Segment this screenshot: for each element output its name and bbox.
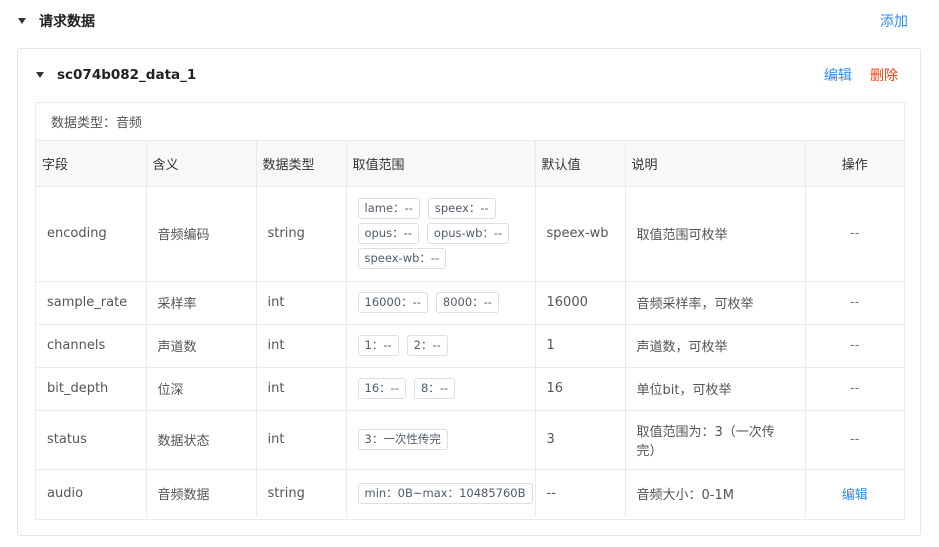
range-tag: opus-wb：--: [426, 223, 510, 244]
range-tag: opus：--: [357, 223, 419, 244]
table-header-row: 字段 含义 数据类型 取值范围 默认值 说明 操作: [36, 141, 904, 187]
range-tags: 1：-- 2：--: [357, 327, 524, 364]
type-cell: int: [256, 281, 347, 325]
range-cell: 3：一次性传完: [346, 410, 536, 470]
card-title-wrap[interactable]: sc074b082_data_1: [36, 67, 196, 83]
range-tags: min：0B~max：10485760B: [357, 475, 533, 512]
card-header: sc074b082_data_1 编辑 删除: [36, 65, 898, 85]
range-tag: 1：--: [357, 335, 399, 356]
range-tag: 8：--: [413, 378, 456, 399]
range-tag: 2：--: [406, 335, 448, 356]
op-cell: --: [805, 281, 904, 325]
column-header: 含义: [146, 141, 257, 187]
op-placeholder: --: [850, 432, 860, 447]
card-title: sc074b082_data_1: [57, 67, 197, 83]
meaning-cell: 位深: [146, 367, 257, 411]
type-cell: int: [256, 324, 347, 368]
op-cell: --: [805, 186, 904, 282]
range-tag: lame：--: [357, 198, 420, 219]
type-cell: int: [256, 367, 347, 411]
row-edit-button[interactable]: 编辑: [842, 488, 868, 503]
op-cell: --: [805, 410, 904, 470]
section-title-wrap[interactable]: 请求数据: [18, 11, 95, 31]
caret-down-icon[interactable]: [18, 18, 26, 24]
meaning-cell: 采样率: [146, 281, 257, 325]
table-row: sample_rate 采样率 int 16000：-- 8000：-- 16000 音频采…: [36, 281, 904, 325]
desc-cell: 音频大小：0-1M: [625, 469, 806, 517]
edit-button[interactable]: 编辑: [824, 68, 852, 84]
request-data-section-header: 请求数据 添加: [18, 10, 908, 32]
section-title: 请求数据: [39, 14, 95, 30]
op-placeholder: --: [850, 381, 860, 396]
caret-down-icon[interactable]: [36, 72, 44, 78]
add-button[interactable]: 添加: [880, 11, 908, 31]
default-cell: speex-wb: [535, 186, 626, 282]
default-cell: 1: [535, 324, 626, 368]
field-cell: bit_depth: [36, 367, 147, 411]
range-tag: speex：--: [427, 198, 496, 219]
range-cell: 16000：-- 8000：--: [346, 281, 536, 325]
column-header: 操作: [805, 141, 904, 187]
desc-cell: 音频采样率，可枚举: [625, 281, 806, 325]
delete-button[interactable]: 删除: [870, 68, 898, 84]
range-tags: 16：-- 8：--: [357, 370, 524, 407]
op-cell: 编辑: [805, 469, 904, 517]
range-cell: lame：-- speex：-- opus：-- opus-wb：-- speex-wb…: [346, 186, 536, 282]
field-cell: status: [36, 410, 147, 470]
meaning-cell: 音频数据: [146, 469, 257, 517]
default-cell: 3: [535, 410, 626, 470]
table-row: bit_depth 位深 int 16：-- 8：-- 16 单位bit，可枚举 --: [36, 367, 904, 411]
params-table-box: 数据类型：音频 字段 含义 数据类型 取值范围 默认值 说明 操作 encodi…: [35, 102, 905, 520]
column-header: 数据类型: [256, 141, 347, 187]
default-cell: 16000: [535, 281, 626, 325]
op-cell: --: [805, 324, 904, 368]
desc-cell: 单位bit，可枚举: [625, 367, 806, 411]
op-placeholder: --: [850, 295, 860, 310]
range-tag: min：0B~max：10485760B: [357, 482, 533, 504]
field-cell: channels: [36, 324, 147, 368]
column-header: 字段: [36, 141, 147, 187]
op-placeholder: --: [850, 338, 860, 353]
range-tags: 16000：-- 8000：--: [357, 284, 524, 321]
range-cell: 16：-- 8：--: [346, 367, 536, 411]
range-tag: speex-wb：--: [357, 248, 447, 269]
column-header: 取值范围: [346, 141, 536, 187]
op-placeholder: --: [850, 226, 860, 241]
table-row: channels 声道数 int 1：-- 2：-- 1 声道数，可枚举 --: [36, 324, 904, 368]
range-tag: 16000：--: [357, 292, 428, 313]
field-cell: audio: [36, 469, 147, 517]
type-cell: string: [256, 186, 347, 282]
data-card: sc074b082_data_1 编辑 删除 数据类型：音频 字段 含义 数据类…: [17, 48, 921, 536]
column-header: 默认值: [535, 141, 626, 187]
desc-cell: 取值范围可枚举: [625, 186, 806, 282]
range-tag: 3：一次性传完: [357, 429, 448, 450]
range-tags: lame：-- speex：-- opus：-- opus-wb：-- speex-wb…: [357, 190, 524, 277]
range-tag: 16：--: [357, 378, 406, 399]
field-cell: encoding: [36, 186, 147, 282]
table-row: audio 音频数据 string min：0B~max：10485760B -- 音频大…: [36, 469, 904, 517]
op-cell: --: [805, 367, 904, 411]
table-row: status 数据状态 int 3：一次性传完 3 取值范围为：3（一次传完） --: [36, 410, 904, 470]
range-cell: 1：-- 2：--: [346, 324, 536, 368]
type-cell: string: [256, 469, 347, 517]
meaning-cell: 声道数: [146, 324, 257, 368]
card-actions: 编辑 删除: [810, 65, 898, 85]
table-row: encoding 音频编码 string lame：-- speex：-- opus：--…: [36, 186, 904, 282]
default-cell: 16: [535, 367, 626, 411]
type-cell: int: [256, 410, 347, 470]
desc-cell: 声道数，可枚举: [625, 324, 806, 368]
meaning-cell: 音频编码: [146, 186, 257, 282]
desc-cell: 取值范围为：3（一次传完）: [625, 410, 806, 470]
range-tag: 8000：--: [435, 292, 499, 313]
field-cell: sample_rate: [36, 281, 147, 325]
column-header: 说明: [625, 141, 806, 187]
range-tags: 3：一次性传完: [357, 421, 524, 458]
range-cell: min：0B~max：10485760B: [346, 469, 536, 517]
data-type-line: 数据类型：音频: [36, 103, 904, 141]
params-table: 字段 含义 数据类型 取值范围 默认值 说明 操作 encoding 音频编码 st…: [36, 141, 904, 517]
default-cell: --: [535, 469, 626, 517]
meaning-cell: 数据状态: [146, 410, 257, 470]
